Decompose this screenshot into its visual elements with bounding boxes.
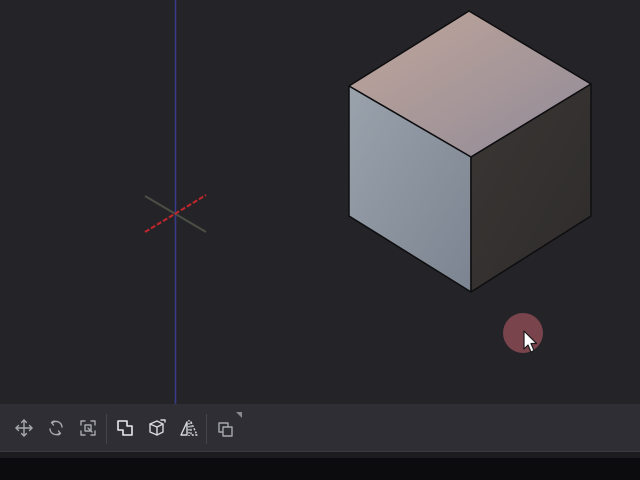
duplicate-tool-button[interactable]: [214, 416, 238, 440]
mirror-icon: [180, 420, 198, 436]
mirror-tool-button[interactable]: [177, 416, 201, 440]
cube-tool-button[interactable]: [145, 416, 169, 440]
cube-object[interactable]: [348, 10, 592, 293]
cube-edit-icon: [149, 419, 166, 436]
bottom-bar: [0, 458, 640, 480]
scale-icon: [80, 420, 96, 436]
submenu-corner-icon: [236, 412, 242, 418]
3d-viewport[interactable]: [0, 0, 640, 404]
scene-canvas[interactable]: [0, 0, 640, 404]
move-arrows-icon: [15, 419, 33, 437]
rotate-icon: [49, 420, 63, 436]
rotate-tool-button[interactable]: [44, 416, 68, 440]
toolbar-separator: [106, 414, 107, 444]
mouse-cursor: [503, 313, 543, 353]
tool-toolbar: [0, 404, 640, 452]
scale-tool-button[interactable]: [76, 416, 100, 440]
boolean-union-icon: [117, 420, 133, 436]
union-tool-button[interactable]: [113, 416, 137, 440]
toolbar-separator: [206, 414, 207, 444]
move-tool-button[interactable]: [12, 416, 36, 440]
duplicate-icon: [218, 422, 233, 437]
